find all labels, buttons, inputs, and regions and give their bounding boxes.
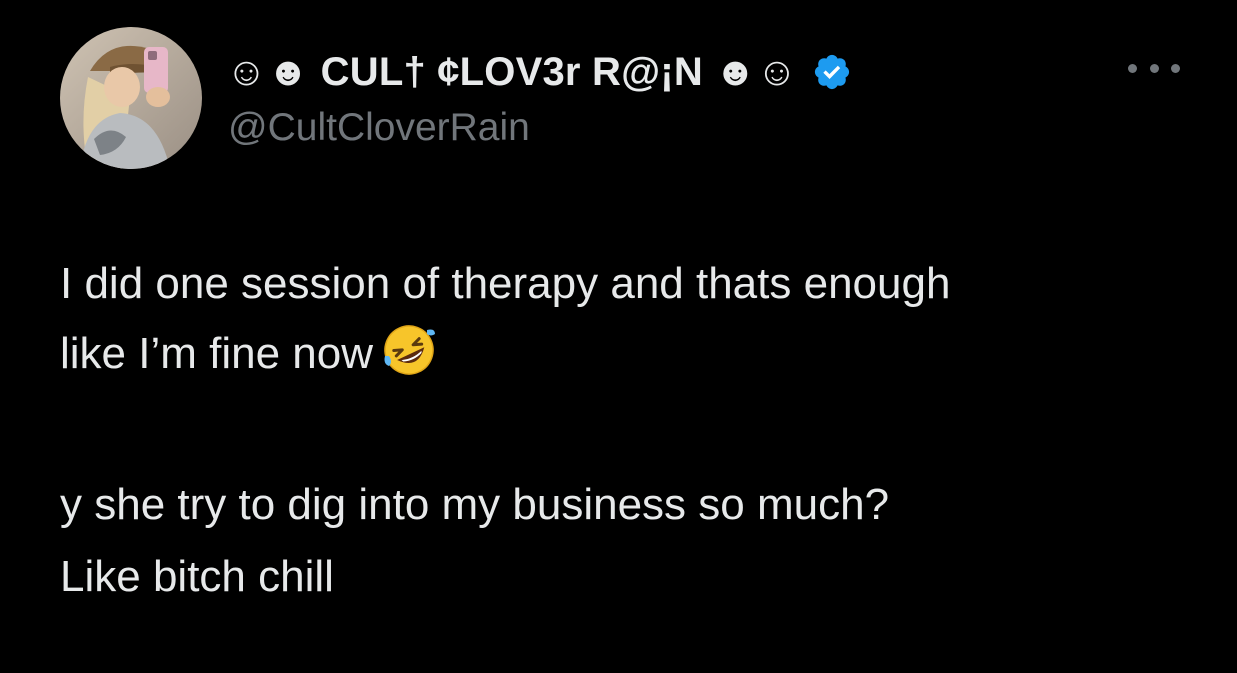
more-options-button[interactable] (1128, 52, 1180, 84)
avatar[interactable] (60, 27, 202, 169)
profile-photo-avatar (60, 27, 202, 169)
author-handle[interactable]: @CultCloverRain (228, 106, 530, 150)
tweet-text-line: y she try to dig into my business so muc… (60, 480, 890, 529)
tweet-text-line: I did one session of therapy and thats e… (60, 259, 951, 308)
more-dot (1149, 63, 1159, 73)
tweet-text-line: Like bitch chill (60, 552, 334, 601)
author-name-row: ☺☻ CUL† ¢LOV3r R@¡N ☻☺ (226, 46, 852, 98)
tweet-text-line: like I’m fine now (60, 319, 1210, 389)
more-dot (1171, 63, 1180, 73)
verified-badge-icon (812, 52, 852, 92)
display-name[interactable]: ☺☻ CUL† ¢LOV3r R@¡N ☻☺ (226, 50, 798, 95)
more-horizontal-icon (1128, 63, 1137, 73)
tweet-card[interactable]: ☺☻ CUL† ¢LOV3r R@¡N ☻☺ @CultCloverRain I… (0, 0, 1237, 673)
tweet-text-fragment: like I’m fine now (60, 329, 374, 378)
rolling-on-floor-laughing-emoji-icon (381, 322, 437, 378)
